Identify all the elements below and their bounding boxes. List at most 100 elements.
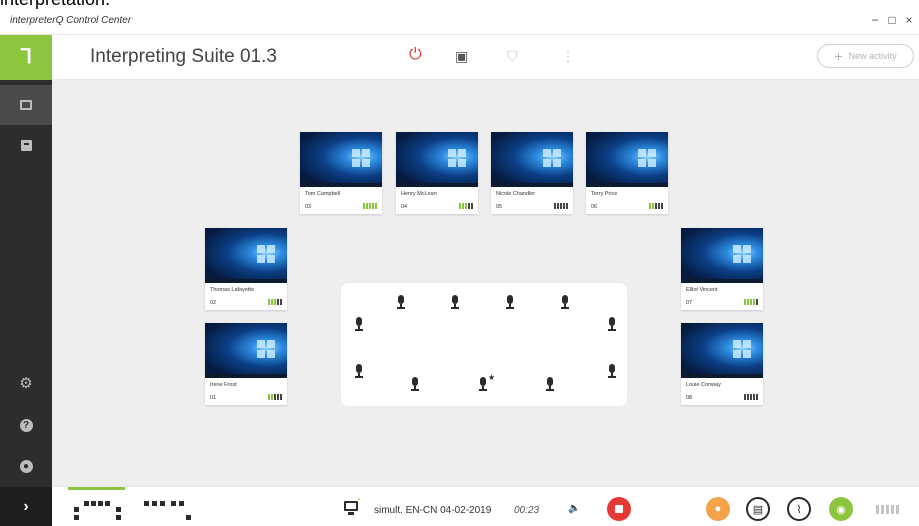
mic-icon[interactable]: [450, 295, 460, 309]
location-button[interactable]: ●: [706, 497, 730, 521]
user-icon: ●: [19, 459, 33, 473]
mic-icon[interactable]: [396, 295, 406, 309]
mic-icon[interactable]: [354, 317, 364, 331]
level-bar: [268, 299, 270, 305]
level-bar: [274, 394, 276, 400]
level-bar: [560, 203, 562, 209]
level-bar: [886, 505, 889, 514]
windows-logo-icon: [543, 149, 561, 167]
elapsed-time: 00:23: [514, 505, 540, 516]
sidebar-item-settings[interactable]: ⚙: [0, 363, 52, 403]
booth-number: 04: [401, 204, 408, 210]
level-bar: [744, 299, 746, 305]
booth-number: 02: [210, 300, 217, 306]
level-bar: [658, 203, 660, 209]
interpreter-name: Nicole Chandler: [496, 191, 536, 197]
booth-card[interactable]: Nicole Chandler 05: [491, 132, 573, 214]
level-bar: [649, 203, 651, 209]
screen-icon: [20, 100, 32, 110]
booth-card[interactable]: Tom Campbell 03: [300, 132, 382, 214]
level-bar: [271, 299, 273, 305]
chat-button[interactable]: ▤: [746, 497, 770, 521]
screen-thumbnail: [681, 228, 763, 283]
booth-card[interactable]: Thomas Lafayette 02: [205, 228, 287, 310]
level-bar: [750, 394, 752, 400]
sidebar-item-user[interactable]: ●: [0, 446, 52, 486]
sidebar-item-help[interactable]: ?: [0, 405, 52, 445]
level-bar: [280, 394, 282, 400]
close-button[interactable]: ×: [902, 13, 916, 27]
chair-mic-icon[interactable]: ★: [478, 373, 495, 391]
bottom-bar: ◗ simult. EN-CN 04-02-2019 00:23 🔈 ● ▤ ⌇…: [52, 486, 919, 526]
booth-level-meter: [744, 299, 758, 305]
level-bar: [876, 505, 879, 514]
screen-thumbnail: [586, 132, 668, 187]
booth-number: 08: [686, 395, 693, 401]
booth-level-meter: [554, 203, 568, 209]
maximize-button[interactable]: □: [885, 13, 899, 27]
mic-icon[interactable]: [607, 317, 617, 331]
sidebar-item-screen[interactable]: [0, 85, 52, 125]
interpreter-name: Thomas Lafayette: [210, 287, 255, 293]
level-bar: [881, 505, 884, 514]
mic-icon[interactable]: [354, 364, 364, 378]
layout-tab-table[interactable]: [144, 487, 201, 526]
layout-tab-booths[interactable]: [68, 487, 125, 526]
mic-icon[interactable]: [505, 295, 515, 309]
windows-logo-icon: [257, 245, 275, 263]
display-icon[interactable]: [344, 501, 358, 515]
level-bar: [891, 505, 894, 514]
windows-logo-icon: [352, 149, 370, 167]
screen-thumbnail: [396, 132, 478, 187]
help-icon: ?: [19, 418, 33, 432]
app-root: interpretation. interpreterQ Control Cen…: [0, 0, 919, 526]
sidebar-item-archive[interactable]: [0, 125, 52, 165]
booth-layout: ★ Tom Campbell 03 Henry McLean 04 Nicole Cha…: [52, 80, 919, 486]
chair-star-icon: ★: [488, 373, 496, 382]
attachment-button[interactable]: ⌇: [787, 497, 811, 521]
sidebar: ᒣ ⚙ ? ● ›: [0, 35, 52, 526]
audio-level-meter: [876, 505, 899, 514]
windows-logo-icon: [733, 340, 751, 358]
screen-thumbnail: [300, 132, 382, 187]
level-bar: [369, 203, 371, 209]
level-bar: [366, 203, 368, 209]
session-label: simult. EN-CN 04-02-2019: [374, 505, 492, 516]
screen-thumbnail: [491, 132, 573, 187]
booth-card[interactable]: Irene Frost 01: [205, 323, 287, 405]
level-bar: [280, 299, 282, 305]
new-activity-button[interactable]: + New activity: [817, 44, 914, 68]
booth-number: 06: [591, 204, 598, 210]
screen-thumbnail: [205, 323, 287, 378]
page-title: Interpreting Suite 01.3: [90, 46, 277, 67]
shield-icon[interactable]: ⛉: [507, 48, 518, 65]
level-bar: [363, 203, 365, 209]
more-icon[interactable]: ⋮: [561, 48, 575, 65]
booth-card[interactable]: Henry McLean 04: [396, 132, 478, 214]
mic-icon[interactable]: [560, 295, 570, 309]
mic-icon[interactable]: [545, 377, 555, 391]
sidebar-expand-button[interactable]: ›: [0, 487, 52, 526]
paperclip-icon: ⌇: [796, 503, 802, 516]
booth-card[interactable]: Terry Price 06: [586, 132, 668, 214]
level-bar: [274, 299, 276, 305]
mic-icon[interactable]: [410, 377, 420, 391]
level-bar: [563, 203, 565, 209]
monitor-icon[interactable]: ▣: [455, 48, 468, 65]
speaker-icon[interactable]: 🔈: [568, 503, 580, 514]
mic-icon[interactable]: [607, 364, 617, 378]
person-speaking-icon: ◉: [836, 503, 846, 516]
power-icon[interactable]: ⏻: [409, 46, 422, 64]
minimize-button[interactable]: −: [868, 13, 882, 27]
interpreter-name: Henry McLean: [401, 191, 437, 197]
signal-icon: ◗: [357, 497, 361, 503]
booth-card[interactable]: Elliot Vincent 07: [681, 228, 763, 310]
archive-icon: [20, 139, 32, 151]
booth-card[interactable]: Louie Conway 08: [681, 323, 763, 405]
booth-level-meter: [744, 394, 758, 400]
speaker-mode-button[interactable]: ◉: [829, 497, 853, 521]
stop-recording-button[interactable]: [607, 497, 631, 521]
interpreter-name: Tom Campbell: [305, 191, 341, 197]
level-bar: [756, 394, 758, 400]
level-bar: [277, 394, 279, 400]
